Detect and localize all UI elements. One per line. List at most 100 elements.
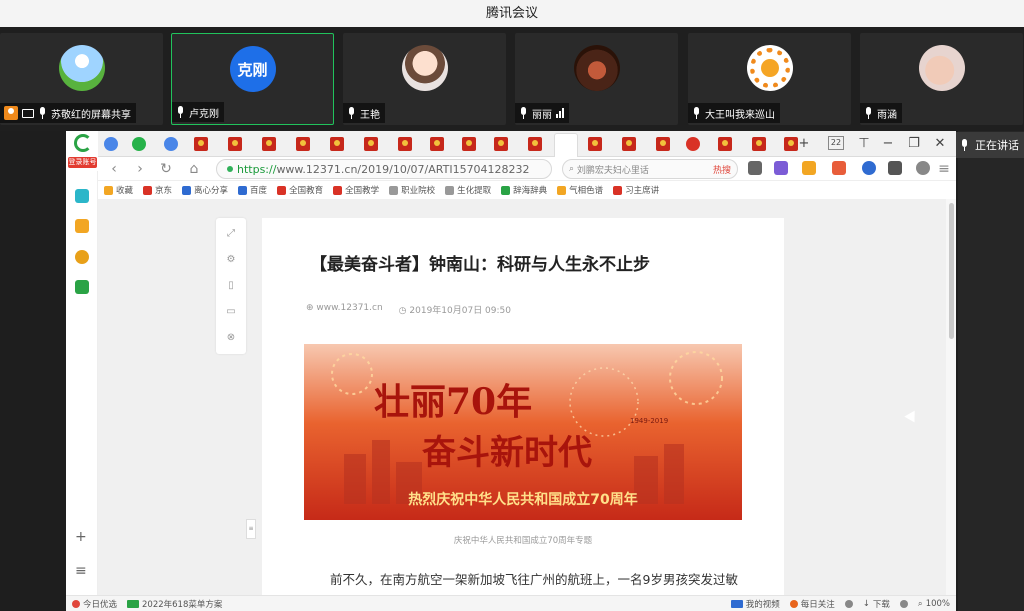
bookmark-item[interactable]: 全国教学: [333, 184, 379, 196]
tab-favicon[interactable]: [656, 137, 670, 151]
search-tool-icon[interactable]: [862, 161, 876, 175]
zoom-level[interactable]: ⌕ 100%: [918, 599, 950, 609]
new-tab-button[interactable]: +: [794, 134, 814, 154]
participant-tile[interactable]: 王艳: [343, 33, 506, 125]
address-bar[interactable]: https:// www.12371.cn/2019/10/07/ARTI157…: [216, 159, 552, 179]
speaker-icon[interactable]: [899, 599, 908, 608]
bookmark-item[interactable]: 习主席讲: [613, 184, 659, 196]
mic-icon: [864, 107, 873, 119]
shield-icon[interactable]: [844, 599, 853, 608]
home-icon[interactable]: ⌂: [184, 159, 204, 179]
tab-favicon[interactable]: [296, 137, 310, 151]
list-menu-icon[interactable]: ≡: [75, 563, 87, 579]
restore-button[interactable]: ❐: [904, 134, 924, 154]
bookmark-item[interactable]: 百度: [238, 184, 267, 196]
forward-icon[interactable]: ›: [130, 159, 150, 179]
tshirt-skin-icon[interactable]: ⊤: [854, 134, 874, 154]
bookmark-item[interactable]: 辞海辞典: [501, 184, 547, 196]
status-item[interactable]: 2022年618菜单方案: [127, 598, 222, 610]
vertical-scrollbar[interactable]: [946, 199, 956, 595]
scrollbar-thumb[interactable]: [949, 203, 954, 339]
add-icon[interactable]: +: [75, 529, 87, 545]
tab-favicon[interactable]: [718, 137, 732, 151]
banner-years: 1949-2019: [630, 417, 668, 425]
tab-favicon[interactable]: [430, 137, 444, 151]
game-icon[interactable]: [832, 161, 846, 175]
participant-tile[interactable]: 丽丽: [515, 33, 678, 125]
save-icon[interactable]: ▭: [225, 306, 237, 318]
tab-favicon-baidu[interactable]: [164, 137, 178, 151]
tab-favicon-stop[interactable]: [686, 137, 700, 151]
phone-icon[interactable]: ▯: [225, 280, 237, 292]
participant-tile[interactable]: 大王叫我来巡山: [688, 33, 851, 125]
page-content: ⤢ ⚙ ▯ ▭ ⊗ 【最美奋斗者】钟南山：科研与人生永不止步 ⊕ www.123…: [98, 199, 946, 595]
fullscreen-icon[interactable]: ⤢: [225, 228, 237, 240]
login-badge[interactable]: 登录账号: [68, 157, 97, 168]
status-item[interactable]: 今日优选: [72, 598, 117, 610]
scissors-icon[interactable]: [748, 161, 762, 175]
bookmark-item[interactable]: 生化提取: [445, 184, 491, 196]
float-sidebar-toggle[interactable]: ≡: [246, 519, 256, 539]
bookmark-item[interactable]: 收藏: [104, 184, 133, 196]
landscape-avatar: [58, 45, 105, 91]
back-icon[interactable]: ‹: [104, 159, 124, 179]
secure-dot-icon: [227, 166, 233, 172]
tab-favicon[interactable]: [494, 137, 508, 151]
tab-favicon[interactable]: [228, 137, 242, 151]
tab-favicon[interactable]: [364, 137, 378, 151]
close-circle-icon[interactable]: ⊗: [225, 332, 237, 344]
banner-subtitle: 热烈庆祝中华人民共和国成立70周年: [408, 491, 637, 508]
mic-icon: [38, 107, 47, 119]
globe-icon: ⊕: [306, 303, 317, 313]
banner-graphic: 壮丽70年 1949-2019 奋斗新时代 热烈庆祝中华人民共和国成立70周年: [304, 344, 742, 520]
weibo-icon[interactable]: [75, 250, 89, 264]
extension-icon[interactable]: [774, 161, 788, 175]
search-box[interactable]: ⌕ 刘鹏宏夫妇心里话 热搜: [562, 159, 738, 179]
star-favorites-icon[interactable]: [75, 219, 89, 233]
close-button[interactable]: ✕: [930, 134, 950, 154]
participant-name: 丽丽: [532, 109, 552, 121]
bookmark-item[interactable]: 气相色谱: [557, 184, 603, 196]
grid-icon[interactable]: [888, 161, 902, 175]
tab-favicon[interactable]: [330, 137, 344, 151]
participant-tile[interactable]: 雨涵: [860, 33, 1023, 125]
extension-icon[interactable]: [802, 161, 816, 175]
status-item[interactable]: 我的视频: [730, 598, 780, 610]
status-item[interactable]: 每日关注: [789, 598, 835, 610]
brightness-icon[interactable]: [916, 161, 930, 175]
fire-icon: [789, 599, 798, 608]
participant-tile-active[interactable]: 克刚 卢克刚: [171, 33, 334, 125]
participant-tile-screen-share[interactable]: 苏敬红的屏幕共享: [0, 33, 163, 125]
hand-avatar: [918, 45, 965, 91]
photo-avatar: [573, 45, 620, 91]
tab-favicon[interactable]: [262, 137, 276, 151]
tab-favicon[interactable]: [622, 137, 636, 151]
menu-icon[interactable]: ≡: [934, 159, 954, 179]
banner-headline-2: 奋斗新时代: [422, 433, 592, 473]
tab-favicon[interactable]: [528, 137, 542, 151]
refresh-icon[interactable]: ↻: [156, 159, 176, 179]
bookmark-item[interactable]: 职业院校: [389, 184, 435, 196]
bookmark-item[interactable]: 全国教育: [277, 184, 323, 196]
bookmark-item[interactable]: 京东: [143, 184, 172, 196]
browser-logo[interactable]: 登录账号: [66, 131, 98, 171]
tab-favicon-search[interactable]: [132, 137, 146, 151]
image-caption: 庆祝中华人民共和国成立70周年专题: [453, 536, 593, 546]
tab-favicon[interactable]: [752, 137, 766, 151]
minimize-button[interactable]: −: [878, 134, 898, 154]
tab-favicon[interactable]: [462, 137, 476, 151]
tab-current[interactable]: [554, 133, 578, 157]
participant-name: 卢克刚: [189, 108, 219, 120]
bookmark-item[interactable]: 离心分享: [182, 184, 228, 196]
mic-icon: [692, 107, 701, 119]
tab-count-badge[interactable]: 22: [828, 136, 844, 150]
tab-favicon[interactable]: [194, 137, 208, 151]
tab-favicon-navigation[interactable]: [104, 137, 118, 151]
article-date: 2019年10月07日 09:50: [409, 306, 511, 316]
gear-icon[interactable]: ⚙: [225, 254, 237, 266]
tab-favicon[interactable]: [588, 137, 602, 151]
tab-favicon[interactable]: [398, 137, 412, 151]
status-item[interactable]: ↓ 下载: [863, 598, 890, 610]
sidebar-app-icon[interactable]: [75, 189, 89, 203]
sidebar-folder-icon[interactable]: [75, 280, 89, 294]
